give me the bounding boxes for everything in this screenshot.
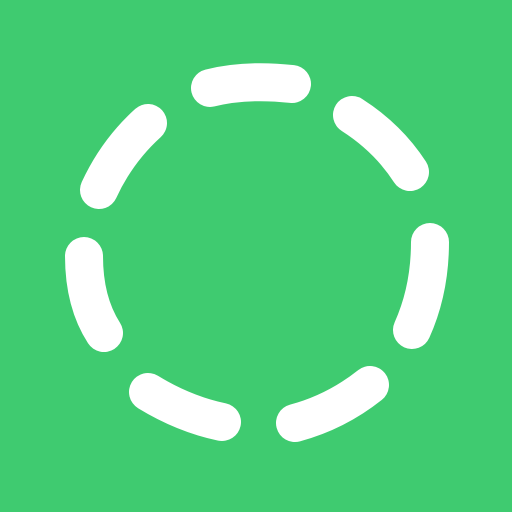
logo-segment-6 [65,237,123,352]
logo-segment-7 [80,104,167,209]
logo-segment-4 [276,366,389,442]
dashed-circle-logo-icon [65,63,449,442]
logo-segment-1 [191,63,311,107]
logo-segment-3 [393,223,449,349]
logo-segment-5 [129,373,241,441]
app-icon-background [0,0,512,512]
logo-segments [65,63,449,442]
logo-segment-2 [333,96,429,191]
